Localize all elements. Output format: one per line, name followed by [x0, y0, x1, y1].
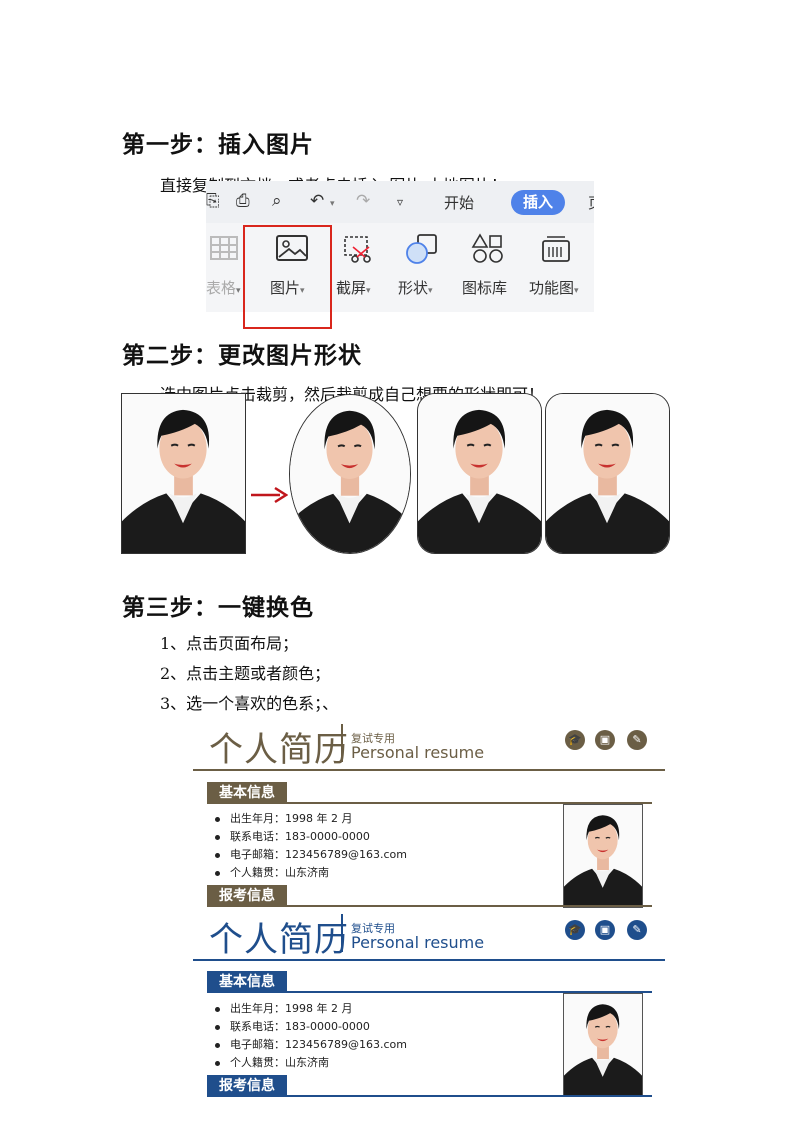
- step3-item-1: 1、点击页面布局；: [160, 634, 299, 653]
- quick-access-bar: ⎘ ⎙ ⌕ ↶ ▾ ↷ ▿ 开始 插入 页: [206, 181, 594, 223]
- iconlib-tool-icon[interactable]: [458, 233, 518, 269]
- save-icon[interactable]: ⎘: [206, 191, 220, 211]
- shape-tool-icon[interactable]: [392, 233, 452, 269]
- pencil-icon: ✎: [627, 920, 647, 940]
- info-email: 电子邮箱：123456789@163.com: [215, 1036, 407, 1052]
- customize-icon[interactable]: ▿: [397, 195, 403, 209]
- preview-icon[interactable]: ⌕: [272, 191, 282, 211]
- tool-shape-label[interactable]: 形状▾: [398, 277, 433, 298]
- tool-iconlib-label[interactable]: 图标库: [462, 277, 507, 298]
- step2-heading: 第二步：更改图片形状: [122, 343, 362, 369]
- info-birth: 出生年月：1998 年 2 月: [215, 810, 352, 826]
- info-email: 电子邮箱：123456789@163.com: [215, 846, 407, 862]
- photo-rounded: [417, 393, 542, 554]
- tool-funcmap-label[interactable]: 功能图▾: [529, 277, 579, 298]
- undo-dropdown-icon[interactable]: ▾: [330, 199, 335, 209]
- photo-oval: [289, 394, 411, 554]
- resume-en-title: Personal resume: [351, 743, 485, 762]
- resume-en-title: Personal resume: [351, 933, 485, 952]
- info-phone: 联系电话：183-0000-0000: [215, 1018, 370, 1034]
- tab-insert[interactable]: 插入: [511, 190, 565, 215]
- step3-item-2: 2、点击主题或者颜色；: [160, 664, 331, 683]
- pencil-icon: ✎: [627, 730, 647, 750]
- redo-icon[interactable]: ↷: [356, 191, 370, 211]
- briefcase-icon: ▣: [595, 730, 615, 750]
- photo-original: [121, 393, 246, 554]
- tab-truncated[interactable]: 页: [588, 192, 594, 213]
- highlight-box: [243, 225, 332, 329]
- basic-info-label: 基本信息: [207, 782, 287, 804]
- resume-photo: [563, 993, 643, 1097]
- exam-info-label: 报考信息: [207, 1075, 287, 1097]
- info-hometown: 个人籍贯：山东济南: [215, 864, 329, 880]
- funcmap-tool-icon[interactable]: [526, 233, 586, 269]
- step1-heading: 第一步：插入图片: [122, 132, 314, 158]
- resume-preview-blue: 个人简历 复试专用 Personal resume 🎓 ▣ ✎ 基本信息 出生年…: [193, 908, 665, 1102]
- exam-info-rule: [207, 1095, 652, 1097]
- tool-screenshot-label[interactable]: 截屏▾: [336, 277, 371, 298]
- basic-info-label: 基本信息: [207, 971, 287, 993]
- resume-title: 个人简历: [209, 730, 349, 770]
- graduation-cap-icon: 🎓: [565, 730, 585, 750]
- undo-icon[interactable]: ↶: [310, 191, 324, 211]
- info-phone: 联系电话：183-0000-0000: [215, 828, 370, 844]
- step3-item-3: 3、选一个喜欢的色系；、: [160, 694, 339, 713]
- info-birth: 出生年月：1998 年 2 月: [215, 1000, 352, 1016]
- tab-start[interactable]: 开始: [444, 192, 474, 213]
- tool-table-label[interactable]: 表格▾: [206, 277, 241, 298]
- screenshot-tool-icon[interactable]: [328, 233, 388, 269]
- resume-title: 个人简历: [209, 920, 349, 960]
- header-rule: [193, 959, 665, 961]
- title-divider: [341, 914, 343, 952]
- print-icon[interactable]: ⎙: [236, 191, 250, 211]
- briefcase-icon: ▣: [595, 920, 615, 940]
- exam-info-rule: [207, 905, 652, 907]
- resume-preview-brown: 个人简历 复试专用 Personal resume 🎓 ▣ ✎ 基本信息 出生年…: [193, 718, 665, 908]
- info-hometown: 个人籍贯：山东济南: [215, 1054, 329, 1070]
- header-rule: [193, 769, 665, 771]
- title-divider: [341, 724, 343, 762]
- exam-info-label: 报考信息: [207, 885, 287, 907]
- graduation-cap-icon: 🎓: [565, 920, 585, 940]
- photo-rounded-2: [545, 393, 670, 554]
- step3-heading: 第三步：一键换色: [122, 595, 314, 621]
- arrow-right-icon: [250, 484, 289, 510]
- resume-photo: [563, 804, 643, 908]
